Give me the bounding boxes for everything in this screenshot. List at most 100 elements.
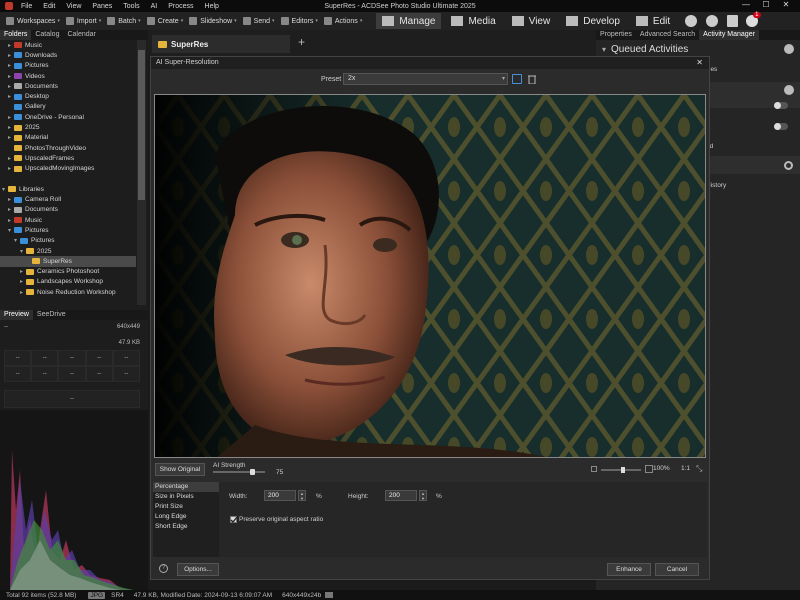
send-button[interactable]: Send ▾ <box>242 17 275 25</box>
folder-tree-item[interactable]: ▸ Music <box>0 40 136 50</box>
menu-view[interactable]: View <box>66 3 81 10</box>
folder-tree-item[interactable]: ▸ OneDrive - Personal <box>0 112 136 122</box>
menu-tools[interactable]: Tools <box>123 3 139 10</box>
tab-advanced-search[interactable]: Advanced Search <box>636 30 699 40</box>
folder-tree-item[interactable]: Gallery <box>0 102 136 112</box>
dashboard-icon[interactable] <box>727 15 739 27</box>
folder-tree-item[interactable]: ▸ Videos <box>0 71 136 81</box>
folder-tree-item[interactable]: ▸ Landscapes Workshop <box>0 277 136 287</box>
fit-expand-icon[interactable]: ⤡ <box>696 464 702 474</box>
emoji-icon[interactable] <box>685 15 698 27</box>
add-tab-button[interactable]: + <box>298 35 305 49</box>
mode-view[interactable]: View <box>506 13 557 29</box>
tab-seedrive[interactable]: SeeDrive <box>33 310 70 320</box>
actions-button[interactable]: Actions ▾ <box>323 17 362 25</box>
mode-manage[interactable]: Manage <box>376 13 442 29</box>
cancel-button[interactable]: Cancel <box>655 563 699 576</box>
image-preview[interactable] <box>154 94 706 458</box>
folder-tree-item[interactable] <box>0 174 136 184</box>
tab-properties[interactable]: Properties <box>596 30 636 40</box>
options-button[interactable]: Options... <box>177 563 219 576</box>
save-preset-icon[interactable] <box>512 74 522 84</box>
menu-ai[interactable]: AI <box>151 3 158 10</box>
mode-edit[interactable]: Edit <box>630 13 676 29</box>
close-window-button[interactable]: ✕ <box>776 0 796 9</box>
folder-tree-item[interactable]: SuperRes <box>0 256 136 267</box>
folder-scrollbar-thumb[interactable] <box>138 50 145 200</box>
zoom-in-icon[interactable] <box>645 465 653 473</box>
settings-gear-icon[interactable] <box>784 44 794 54</box>
preserve-aspect-checkbox[interactable] <box>230 516 237 523</box>
settings-gear-icon-2[interactable] <box>784 85 794 95</box>
batch-button[interactable]: Batch ▾ <box>107 17 141 25</box>
toggle-1[interactable] <box>774 102 788 109</box>
tab-folders[interactable]: Folders <box>0 30 32 40</box>
menu-panes[interactable]: Panes <box>92 3 112 10</box>
tab-catalog[interactable]: Catalog <box>31 30 63 40</box>
tab-calendar[interactable]: Calendar <box>63 30 99 40</box>
refresh-icon[interactable] <box>784 161 793 170</box>
folder-tree-item[interactable]: ▾ Libraries <box>0 184 136 194</box>
queued-activities-header[interactable]: ▾ Queued Activities <box>602 44 688 55</box>
folder-tree-item[interactable]: ▸ UpscaledFrames <box>0 153 136 163</box>
mode-switcher: Manage Media View Develop Edit <box>372 13 676 29</box>
folder-scrollbar[interactable] <box>137 40 146 305</box>
resize-mode-long-edge[interactable]: Long Edge <box>153 512 219 522</box>
resize-mode-percentage[interactable]: Percentage <box>153 482 219 492</box>
width-input[interactable]: 200 <box>264 490 296 501</box>
menu-process[interactable]: Process <box>168 3 193 10</box>
ai-strength-slider-thumb[interactable] <box>249 469 255 475</box>
count-icon[interactable] <box>706 15 719 27</box>
folder-tree-item[interactable]: ▸ Ceramics Photoshoot <box>0 267 136 277</box>
folder-tree-item[interactable]: ▸ Downloads <box>0 50 136 60</box>
editors-button[interactable]: Editors ▾ <box>280 17 318 25</box>
notifications-button[interactable]: 1 <box>746 12 761 27</box>
menu-help[interactable]: Help <box>205 3 219 10</box>
menu-edit[interactable]: Edit <box>43 3 55 10</box>
resize-mode-short-edge[interactable]: Short Edge <box>153 522 219 532</box>
folder-tree-item[interactable]: ▾ Pictures <box>0 225 136 235</box>
slideshow-button[interactable]: Slideshow ▾ <box>189 17 237 25</box>
zoom-slider[interactable] <box>601 467 641 473</box>
mode-develop[interactable]: Develop <box>560 13 626 29</box>
folder-tree-item[interactable]: ▸ Noise Reduction Workshop <box>0 287 136 297</box>
zoom-slider-thumb[interactable] <box>621 467 625 473</box>
zoom-out-icon[interactable] <box>591 466 597 472</box>
delete-preset-icon[interactable] <box>527 74 537 85</box>
folder-tree-item[interactable]: ▾ 2025 <box>0 246 136 256</box>
folder-tree-item[interactable]: ▸ 2025 <box>0 122 136 132</box>
dialog-close-button[interactable]: ✕ <box>696 58 703 67</box>
folder-tree-item[interactable]: ▸ Documents <box>0 81 136 91</box>
folder-tree-item[interactable]: ▸ Pictures <box>0 61 136 71</box>
workspaces-button[interactable]: Workspaces ▾ <box>6 17 60 25</box>
folder-tree-item[interactable]: ▸ Desktop <box>0 91 136 101</box>
import-button[interactable]: Import ▾ <box>65 17 101 25</box>
folder-tree-item[interactable]: ▸ UpscaledMovingImages <box>0 164 136 174</box>
width-stepper[interactable]: ▲ ▼ <box>298 490 306 501</box>
folder-tree-item[interactable]: ▾ Pictures <box>0 236 136 246</box>
folder-tree-item[interactable]: PhotosThroughVideo <box>0 143 136 153</box>
folder-tree-item[interactable]: ▸ Material <box>0 133 136 143</box>
menu-file[interactable]: File <box>21 3 32 10</box>
maximize-button[interactable]: ☐ <box>756 0 776 9</box>
resize-mode-print-size[interactable]: Print Size <box>153 502 219 512</box>
toggle-2[interactable] <box>774 123 788 130</box>
resize-mode-size-in-pixels[interactable]: Size in Pixels <box>153 492 219 502</box>
tab-activity-manager[interactable]: Activity Manager <box>699 30 759 40</box>
tab-superres[interactable]: SuperRes <box>152 35 290 53</box>
minimize-button[interactable]: — <box>736 0 756 9</box>
create-button[interactable]: Create ▾ <box>146 17 183 25</box>
folder-tree-item[interactable]: ▸ Documents <box>0 205 136 215</box>
help-icon[interactable]: ? <box>159 564 168 573</box>
folder-tree-item[interactable]: ▸ Music <box>0 215 136 225</box>
mode-media[interactable]: Media <box>445 13 501 29</box>
height-input[interactable]: 200 <box>385 490 417 501</box>
height-stepper[interactable]: ▲ ▼ <box>419 490 427 501</box>
folder-tree-item[interactable]: ▸ Camera Roll <box>0 194 136 204</box>
preset-dropdown[interactable]: 2x ▾ <box>343 73 508 85</box>
tab-preview[interactable]: Preview <box>0 310 33 320</box>
ai-strength-slider[interactable] <box>213 469 265 475</box>
enhance-button[interactable]: Enhance <box>607 563 651 576</box>
show-original-button[interactable]: Show Original <box>155 463 205 476</box>
zoom-ratio[interactable]: 1:1 <box>681 465 690 472</box>
